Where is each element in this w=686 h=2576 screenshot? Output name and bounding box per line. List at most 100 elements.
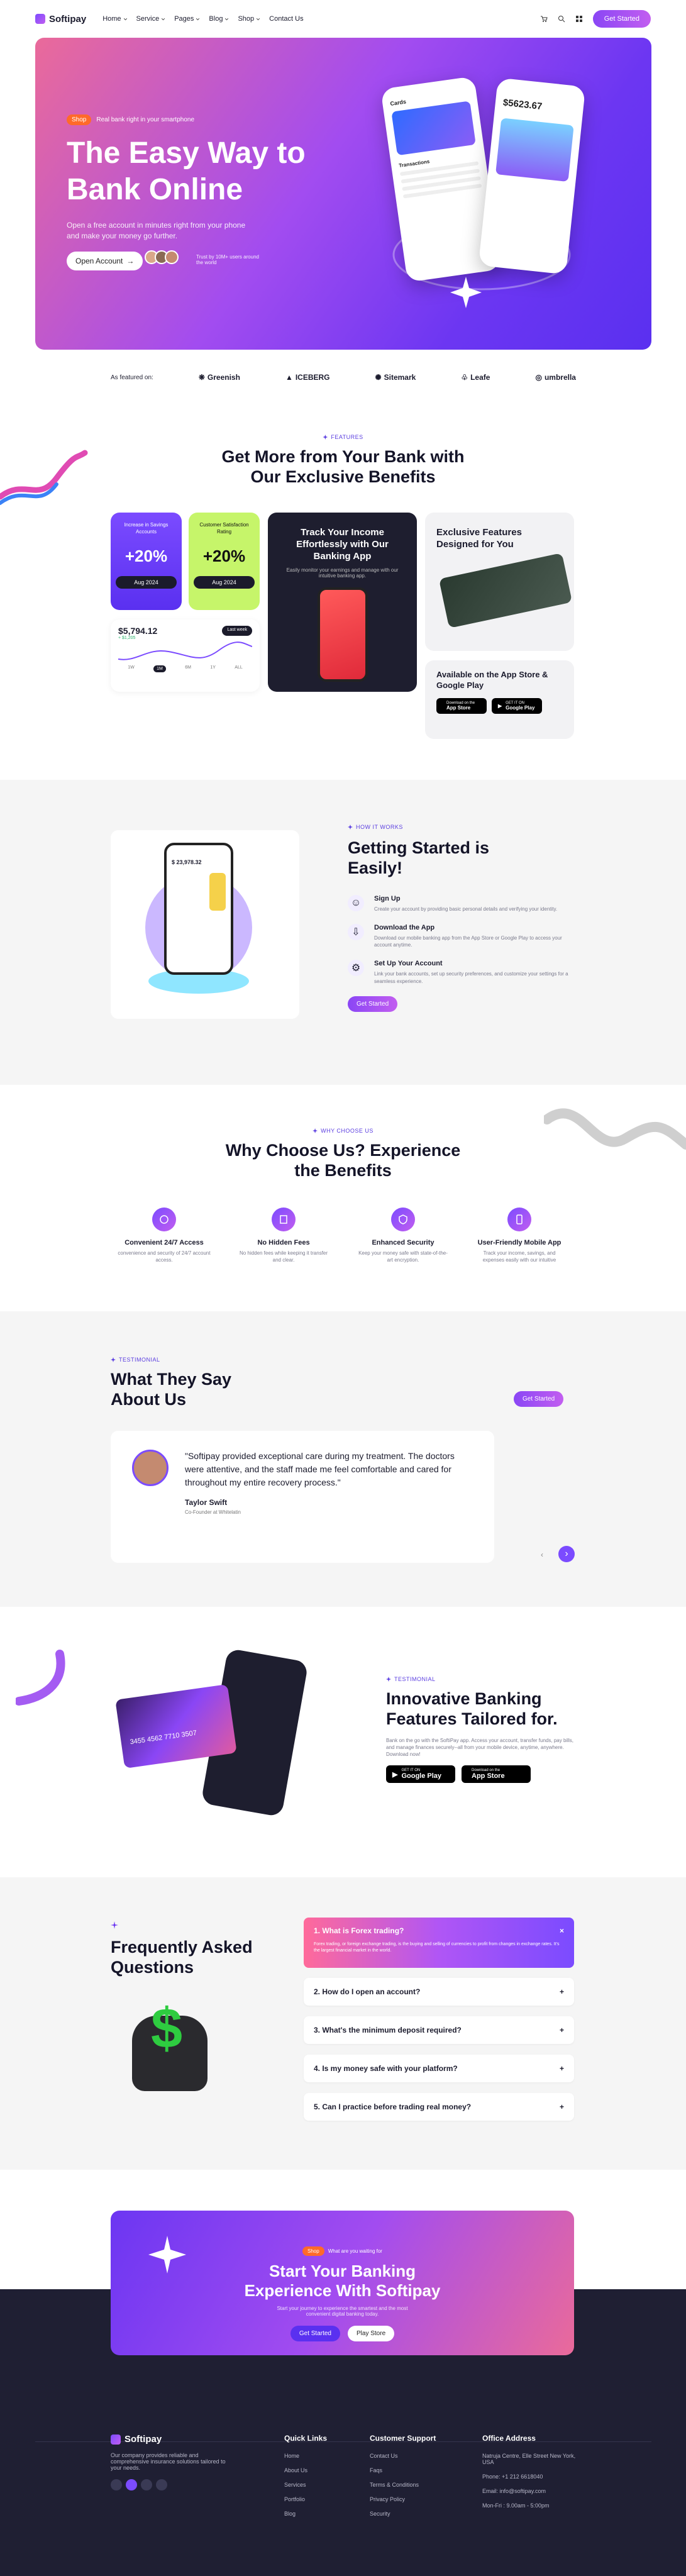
linkedin-icon[interactable] [156, 2479, 167, 2490]
next-arrow-button[interactable]: › [558, 1546, 575, 1562]
innov-content: TESTIMONIAL Innovative Banking Features … [386, 1676, 575, 1784]
how-title: Getting Started is Easily! [348, 838, 490, 878]
period-dropdown[interactable]: Last week [222, 626, 252, 636]
cart-icon[interactable] [540, 15, 548, 23]
nav-shop[interactable]: Shop [238, 15, 260, 23]
testimonial-title: What They Say About Us [111, 1370, 232, 1409]
facebook-icon[interactable] [111, 2479, 122, 2490]
grid-menu-icon[interactable] [575, 15, 583, 23]
tab-1y[interactable]: 1Y [210, 665, 216, 672]
google-play-button[interactable]: ▶ GET IT ON Google Play [386, 1765, 455, 1784]
features-tag: FEATURES [0, 434, 686, 440]
arrow-right-icon: → [126, 257, 135, 265]
app-store-button[interactable]: Download on the App Store [462, 1765, 531, 1784]
shield-icon [391, 1208, 415, 1231]
tab-all[interactable]: ALL [235, 665, 242, 672]
nav-pages[interactable]: Pages [174, 15, 200, 23]
testimonial-section: TESTIMONIAL What They Say About Us Get S… [0, 1311, 686, 1607]
instagram-icon[interactable] [141, 2479, 152, 2490]
how-tag: HOW IT WORKS [348, 824, 574, 830]
get-started-button[interactable]: Get Started [592, 10, 651, 28]
tab-6m[interactable]: 6M [185, 665, 191, 672]
plus-icon: + [559, 2102, 564, 2111]
bank-card [391, 101, 476, 156]
nav-home[interactable]: Home [102, 15, 127, 23]
page: Softipay Home Service Pages Blog Shop Co… [0, 0, 686, 2576]
why-item: User-Friendly Mobile App Track your incom… [472, 1208, 567, 1263]
nav-service[interactable]: Service [136, 15, 166, 23]
faq-item[interactable]: 3. What's the minimum deposit required? + [304, 2016, 574, 2044]
app-availability-card: Available on the App Store & Google Play… [425, 660, 574, 739]
google-play-button[interactable]: ▶ GET IT ON Google Play [492, 698, 542, 714]
sparkle-icon [450, 277, 482, 308]
logo-icon [35, 14, 45, 24]
tab-1w[interactable]: 1W [128, 665, 135, 672]
tab-1m[interactable]: 1M [153, 665, 166, 672]
cta-title: Start Your Banking Experience With Softi… [244, 2262, 441, 2300]
brand-logo: ♧ Leafe [461, 373, 490, 382]
stat-card-savings: Increase in Savings Accounts +20% Aug 20… [111, 513, 182, 610]
footer-quick-links: Quick Links Home About Us Services Portfoli… [284, 2434, 328, 2517]
user-icon: ☺ [348, 894, 364, 911]
balance-line-chart [118, 641, 252, 660]
avatar [132, 1450, 169, 1486]
chevron-down-icon [225, 18, 229, 20]
hero-badge: Shop Real bank right in your smartphone [67, 114, 194, 125]
brand-logo: ◎ umbrella [535, 373, 576, 382]
footer-support: Customer Support Contact Us Faqs Terms & C… [370, 2434, 436, 2517]
main-nav: Home Service Pages Blog Shop Contact Us [102, 15, 303, 23]
cta-banner: Shop What are you waiting for Start Your … [111, 2211, 574, 2355]
why-title: Why Choose Us? Experience the Benefits [225, 1141, 461, 1180]
exclusive-features-card: Exclusive Features Designed for You [425, 513, 574, 651]
how-content: HOW IT WORKS Getting Started is Easily! … [348, 824, 574, 1012]
settings-icon: ⚙ [348, 960, 364, 977]
faq-item-active[interactable]: 1. What is Forex trading? × Forex trading… [304, 1918, 574, 1968]
app-store-button[interactable]: Download on the App Store [436, 698, 487, 714]
open-account-button[interactable]: Open Account → [67, 252, 143, 270]
chevron-down-icon [162, 18, 165, 20]
how-it-works-section: $ 23,978.32 HOW IT WORKS Getting Started… [0, 780, 686, 1085]
nav-contact[interactable]: Contact Us [269, 15, 303, 23]
features-heading: FEATURES Get More from Your Bank with Ou… [0, 434, 686, 487]
how-illustration: $ 23,978.32 [111, 830, 299, 1019]
testimonial-card: "Softipay provided exceptional care duri… [111, 1431, 494, 1563]
download-icon: ⇩ [348, 923, 364, 940]
why-item: Enhanced Security Keep your money safe wi… [356, 1208, 450, 1263]
innov-illustration: 3455 4562 7710 3507 [115, 1648, 358, 1818]
stat-card-satisfaction: Customer Satisfaction Rating +20% Aug 20… [189, 513, 260, 610]
hero-banner: Shop Real bank right in your smartphone T… [35, 38, 651, 350]
nav-blog[interactable]: Blog [209, 15, 229, 23]
chevron-down-icon [257, 18, 260, 20]
balance-chart-card: $5,794.12 Last week + $1,205 1W 1M 6M 1Y … [111, 619, 260, 692]
faq-item[interactable]: 2. How do I open an account? + [304, 1978, 574, 2006]
credit-card-image [438, 553, 573, 628]
search-icon[interactable] [558, 15, 565, 23]
sparkle-icon [148, 2236, 186, 2273]
innov-tag: TESTIMONIAL [386, 1676, 575, 1682]
step-item: ⇩ Download the App Download our mobile ban… [348, 923, 574, 948]
plus-icon: + [559, 2064, 564, 2073]
faq-illustration: $ [113, 1997, 226, 2110]
prev-arrow-button[interactable]: ‹ [541, 1550, 543, 1559]
logo[interactable]: Softipay [35, 14, 86, 25]
ribbon-decoration-icon [16, 1650, 65, 1706]
innov-title: Innovative Banking Features Tailored for… [386, 1689, 558, 1729]
testimonial-get-started-button[interactable]: Get Started [514, 1391, 564, 1407]
cta-get-started-button[interactable]: Get Started [290, 2326, 340, 2341]
faq-item[interactable]: 5. Can I practice before trading real mo… [304, 2093, 574, 2121]
hero-subtitle: Open a free account in minutes right fro… [67, 221, 246, 240]
logo-icon [111, 2434, 121, 2445]
hero-title: The Easy Way to Bank Online [67, 136, 306, 206]
user-avatars [145, 250, 179, 264]
faq-item[interactable]: 4. Is my money safe with your platform? + [304, 2055, 574, 2082]
how-get-started-button[interactable]: Get Started [348, 996, 398, 1012]
twitter-icon[interactable] [126, 2479, 137, 2490]
site-header: Softipay Home Service Pages Blog Shop Co… [0, 0, 686, 38]
avatar [165, 250, 179, 264]
play-icon: ▶ [392, 1770, 398, 1779]
trust-text: Trust by 10M+ users around the world [196, 254, 259, 265]
sparkle-icon [111, 1921, 118, 1929]
cta-play-store-button[interactable]: Play Store [348, 2326, 395, 2341]
footer-office: Office Address Natruja Centre, Elle Stre… [482, 2434, 576, 2509]
plus-icon: + [559, 2026, 564, 2035]
